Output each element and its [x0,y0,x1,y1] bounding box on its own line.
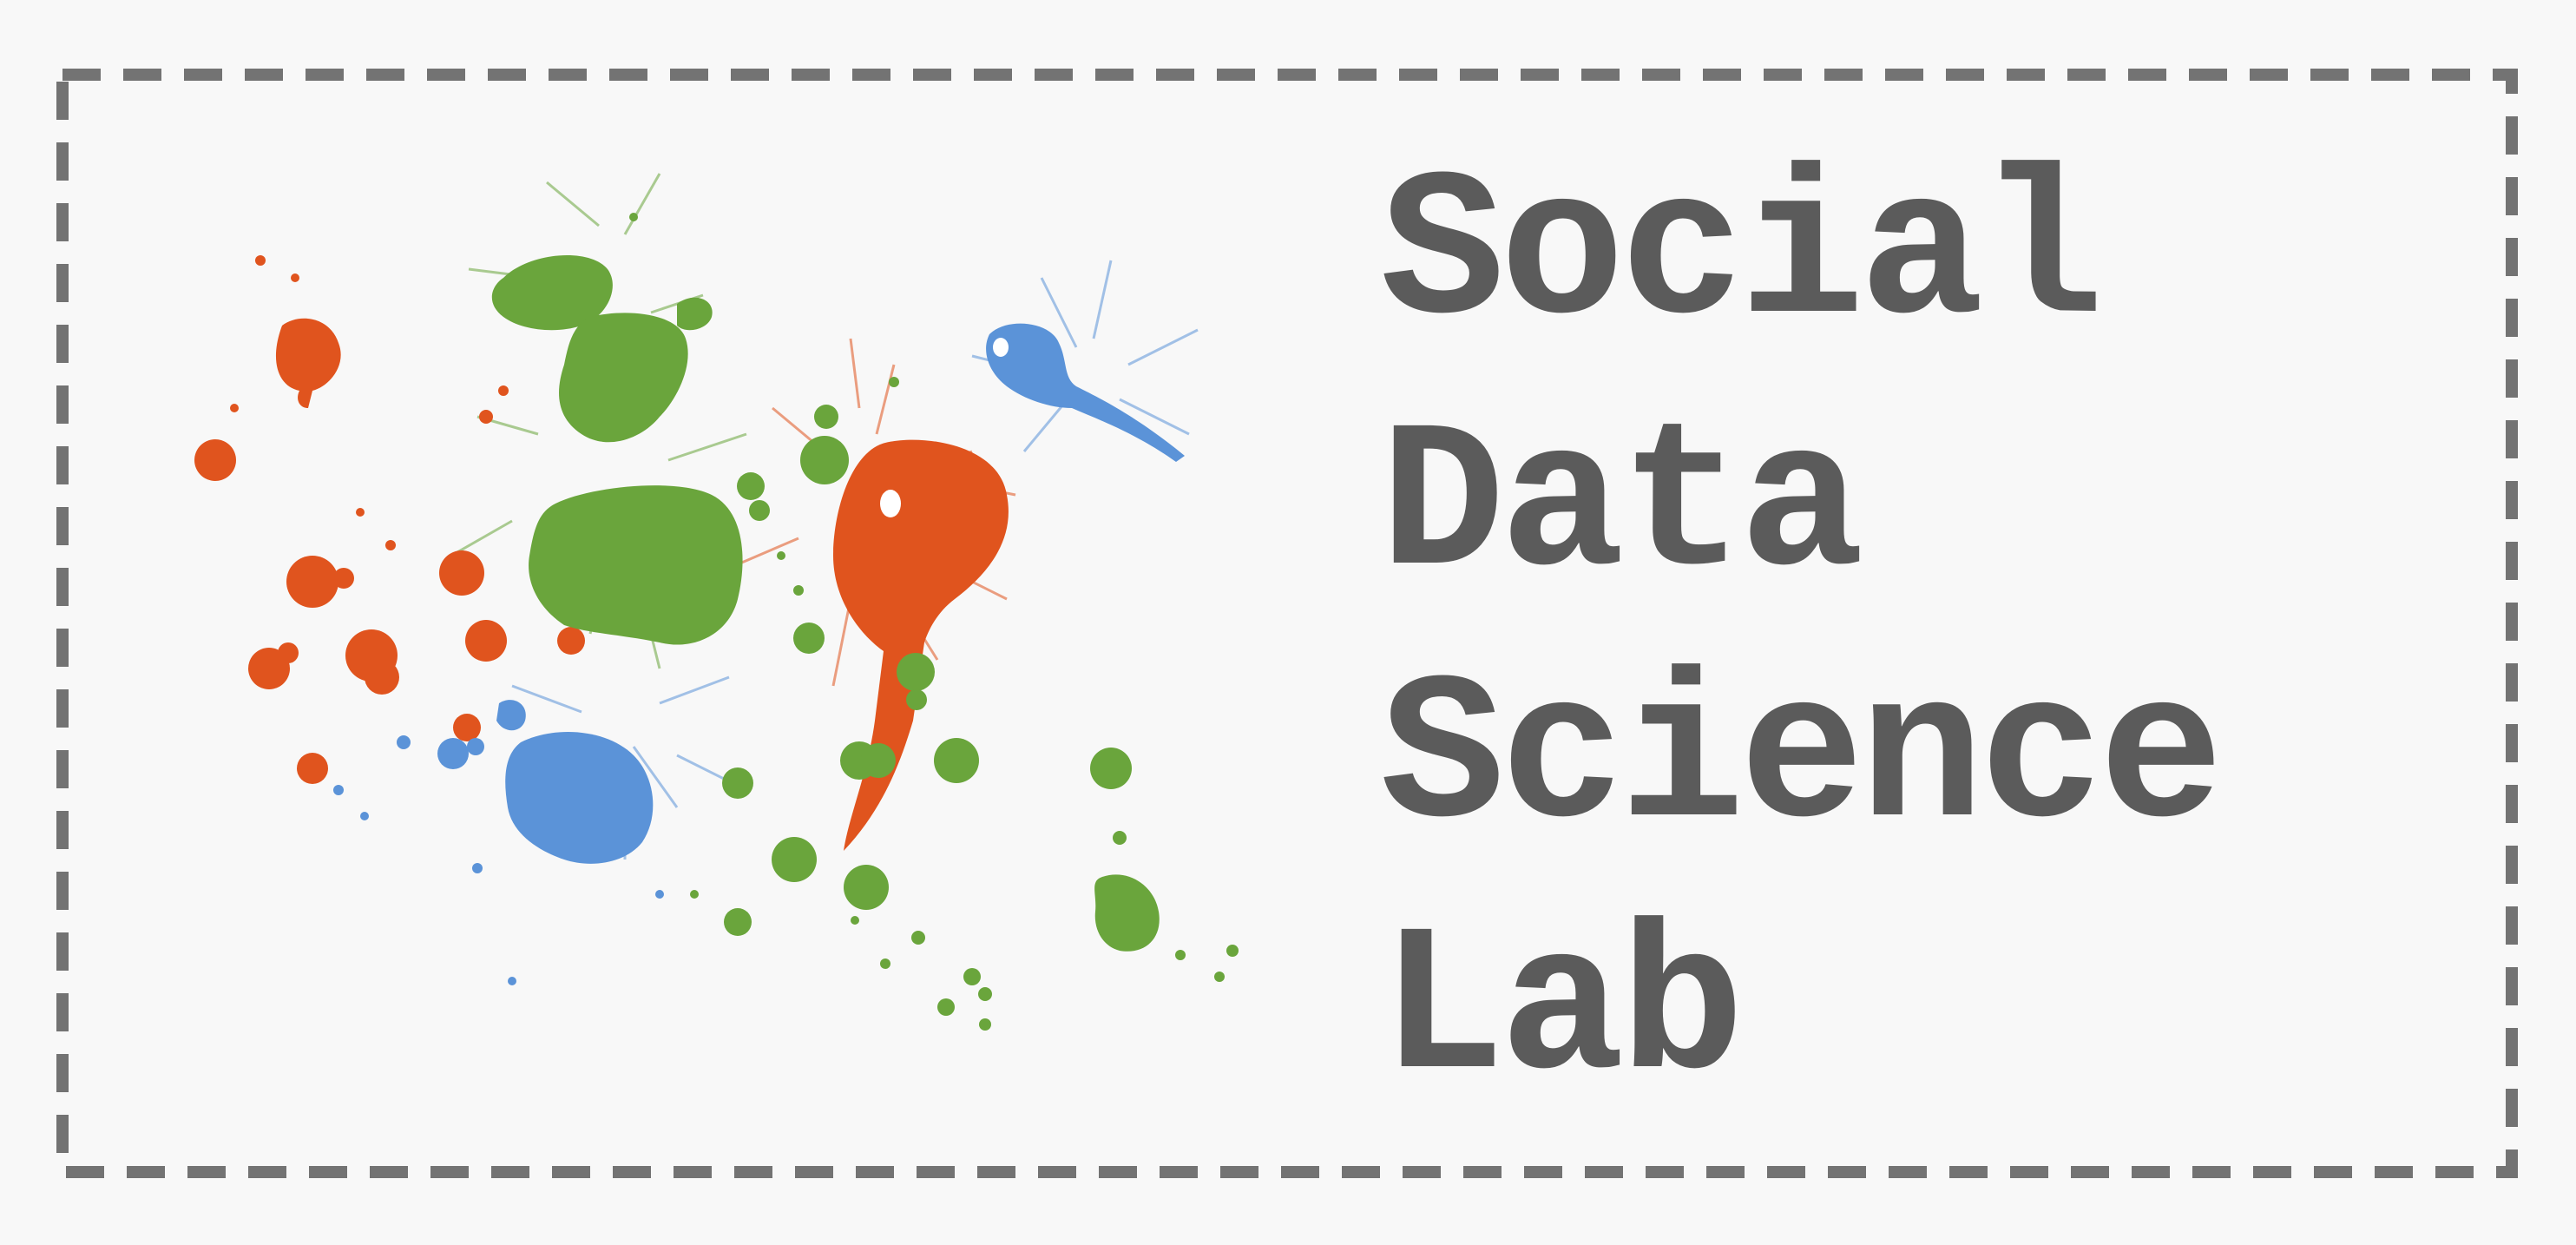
title-line-2: Data [1380,390,1864,626]
title-line-1: Social [1380,138,2104,374]
title-line-3: Science [1380,642,2224,878]
title-line-4: Lab [1380,893,1745,1130]
lab-name-title: Social Data Science Lab [1380,130,2224,1137]
paint-splatter-graphic [194,173,1239,1031]
logo-canvas: Social Data Science Lab [0,0,2576,1245]
